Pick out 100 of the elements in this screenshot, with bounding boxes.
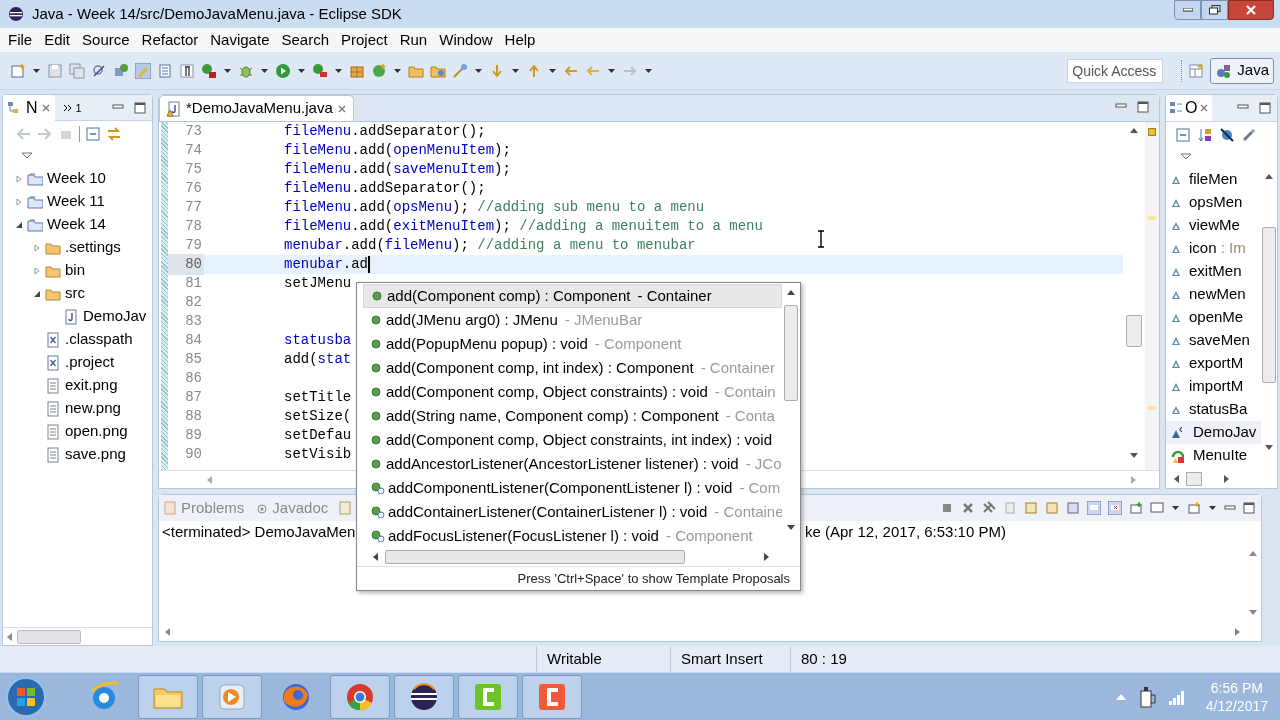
word-wrap-icon[interactable] <box>1045 501 1059 515</box>
caret-icon[interactable] <box>32 67 41 74</box>
save-all-icon[interactable] <box>69 62 85 79</box>
tree-item[interactable]: Week 14 <box>47 213 106 236</box>
scrollbar-thumb[interactable] <box>784 305 798 401</box>
show-stderr-icon[interactable] <box>1108 501 1122 515</box>
tree-item[interactable]: save.png <box>65 443 126 466</box>
minimize-icon[interactable] <box>1237 102 1249 112</box>
taskbar-button[interactable] <box>394 674 454 719</box>
view-menu-icon[interactable] <box>21 152 33 160</box>
sort-icon[interactable] <box>1198 128 1212 142</box>
outline-item[interactable]: MenuIte <box>1193 444 1248 467</box>
hide-static-icon[interactable] <box>1242 128 1256 142</box>
caret-icon[interactable] <box>474 67 483 74</box>
minimize-icon[interactable] <box>112 101 124 112</box>
tree-item[interactable]: .settings <box>65 236 121 259</box>
scrollbar-thumb[interactable] <box>1186 472 1202 486</box>
pin-console-icon[interactable] <box>1066 501 1080 515</box>
document-icon[interactable] <box>157 62 173 79</box>
next-annotation-icon[interactable] <box>489 62 505 79</box>
close-icon[interactable] <box>1199 103 1210 113</box>
show-stdout-icon[interactable] <box>1087 501 1101 515</box>
menu-item[interactable]: File <box>2 28 39 52</box>
tree-item[interactable]: Week 10 <box>47 167 106 190</box>
maximize-icon[interactable] <box>1259 102 1271 114</box>
outline-item[interactable]: icon : Im <box>1189 237 1246 260</box>
tree-item[interactable]: src <box>65 282 85 305</box>
open-console-icon[interactable] <box>1187 501 1201 515</box>
expanded-arrow-icon[interactable] <box>33 289 41 298</box>
completion-item[interactable]: addFocusListener(FocusListener l) : void - Component <box>363 524 782 547</box>
restore-button[interactable] <box>1201 0 1228 20</box>
completion-item[interactable]: add(PopupMenu popup) : void - Component <box>363 332 782 356</box>
tree-item[interactable]: DemoJav <box>83 305 147 328</box>
java-perspective-button[interactable]: Java <box>1210 57 1274 84</box>
completion-item[interactable]: add(Component comp, Object constraints) : void - Contain <box>363 380 782 404</box>
view-menu-icon[interactable] <box>1180 153 1192 161</box>
menu-item[interactable]: Search <box>275 28 335 52</box>
outline-item[interactable]: newMen <box>1189 283 1246 306</box>
hide-fields-icon[interactable] <box>1220 128 1234 142</box>
close-icon[interactable] <box>40 102 51 113</box>
view-tab[interactable]: O <box>1166 95 1213 121</box>
scroll-up-icon[interactable] <box>1130 128 1138 133</box>
close-icon[interactable] <box>336 103 347 114</box>
scrollbar-thumb[interactable] <box>17 629 81 644</box>
quick-access-field[interactable]: Quick Access <box>1067 58 1164 83</box>
completion-item[interactable]: addComponentListener(ComponentListener l) : void - Com <box>363 476 782 500</box>
caret-icon[interactable] <box>297 67 306 74</box>
tree-item[interactable]: open.png <box>65 420 128 443</box>
maximize-icon[interactable] <box>134 101 146 114</box>
menu-item[interactable]: Window <box>433 28 499 52</box>
menu-item[interactable]: Edit <box>38 28 77 52</box>
network-signal-icon[interactable] <box>1167 688 1186 705</box>
caret-icon[interactable] <box>644 67 653 74</box>
menu-item[interactable]: Project <box>335 28 394 52</box>
warning-marker[interactable] <box>1148 128 1156 136</box>
scroll-up-icon[interactable] <box>1265 174 1273 179</box>
view-tab[interactable]: N <box>3 94 55 121</box>
open-perspective-icon[interactable] <box>1188 62 1205 79</box>
display-console-icon[interactable] <box>1150 501 1164 515</box>
remove-launch-icon[interactable] <box>961 501 975 515</box>
scroll-down-icon[interactable] <box>1265 445 1273 450</box>
collapsed-arrow-icon[interactable] <box>15 197 23 206</box>
outline-item[interactable]: opsMen <box>1189 191 1243 214</box>
scroll-down-icon[interactable] <box>1130 453 1138 458</box>
caret-icon[interactable] <box>334 67 343 74</box>
menu-item[interactable]: Refactor <box>135 28 205 52</box>
caret-icon[interactable] <box>393 67 402 74</box>
caret-icon[interactable] <box>223 67 232 74</box>
save-icon[interactable] <box>47 62 63 79</box>
caret-icon[interactable] <box>511 67 520 74</box>
collapse-all-icon[interactable] <box>1176 128 1190 142</box>
maximize-icon[interactable] <box>1137 101 1149 113</box>
remove-all-icon[interactable] <box>982 501 996 515</box>
scroll-up-icon[interactable] <box>787 290 795 295</box>
collapsed-arrow-icon[interactable] <box>33 266 41 275</box>
minimize-icon[interactable] <box>1224 503 1236 513</box>
caret-icon[interactable] <box>1208 505 1217 511</box>
view-tab[interactable]: 1 <box>58 94 86 121</box>
tree-item[interactable]: bin <box>65 259 86 282</box>
completion-item[interactable]: add(Component comp, Object constraints, int index) : void <box>363 428 782 452</box>
menu-item[interactable]: Help <box>498 28 542 52</box>
scrollbar-thumb[interactable] <box>1262 227 1276 383</box>
close-button[interactable] <box>1228 0 1274 20</box>
outline-item[interactable]: viewMe <box>1189 214 1240 237</box>
editor-tab[interactable]: *DemoJavaMenu.java <box>159 95 354 121</box>
caret-icon[interactable] <box>260 67 269 74</box>
new-icon[interactable] <box>10 62 26 79</box>
menu-item[interactable]: Run <box>393 28 434 52</box>
outline-item[interactable]: statusBa <box>1189 398 1248 421</box>
scroll-right-icon[interactable] <box>764 552 770 561</box>
completion-item[interactable]: add(String name, Component comp) : Component - Conta <box>363 404 782 428</box>
tree-item[interactable]: .project <box>65 351 115 374</box>
terminate-icon[interactable] <box>940 501 954 515</box>
scroll-down-icon[interactable] <box>787 525 795 530</box>
scroll-left-icon[interactable] <box>373 552 379 561</box>
collapsed-arrow-icon[interactable] <box>33 243 41 252</box>
scrollbar-thumb[interactable] <box>1126 315 1142 347</box>
outline-item[interactable]: exportM <box>1189 352 1244 375</box>
outline-item[interactable]: exitMen <box>1189 260 1242 283</box>
previous-annotation-icon[interactable] <box>526 62 542 79</box>
